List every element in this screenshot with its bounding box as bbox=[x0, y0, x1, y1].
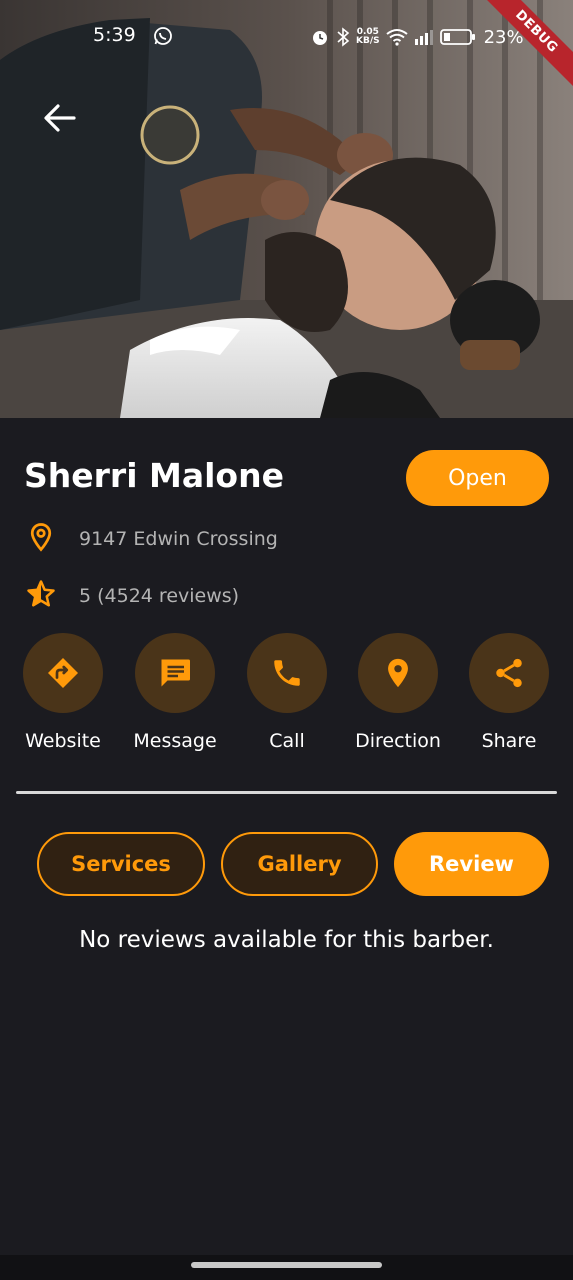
phone-icon bbox=[274, 660, 300, 686]
tab-review[interactable]: Review bbox=[394, 832, 549, 896]
action-label: Message bbox=[133, 730, 217, 752]
arrow-left-icon bbox=[44, 104, 76, 132]
action-buttons: Website Message Call Direction Share bbox=[0, 633, 573, 763]
back-button[interactable] bbox=[38, 96, 82, 140]
website-forward-icon bbox=[48, 658, 78, 688]
share-icon bbox=[496, 658, 522, 688]
network-speed: 0.05 KB/S bbox=[356, 27, 380, 46]
website-action[interactable]: Website bbox=[0, 633, 128, 752]
status-icons: 0.05 KB/S 23% bbox=[310, 22, 524, 52]
action-label: Share bbox=[481, 730, 537, 752]
empty-reviews-message: No reviews available for this barber. bbox=[79, 927, 494, 953]
signal-icon bbox=[414, 29, 434, 45]
location-pin-icon bbox=[26, 521, 56, 557]
wifi-icon bbox=[385, 28, 408, 46]
whatsapp-icon bbox=[153, 26, 173, 46]
rating-text: 5 (4524 reviews) bbox=[79, 585, 240, 607]
alarm-icon bbox=[310, 27, 330, 47]
address-row: 9147 Edwin Crossing bbox=[26, 521, 278, 557]
hero-photo: 5:39 0.05 KB/S 23% DEBUG bbox=[0, 0, 573, 418]
message-icon bbox=[161, 659, 190, 687]
tab-services[interactable]: Services bbox=[37, 832, 205, 896]
share-action[interactable]: Share bbox=[444, 633, 573, 752]
status-time: 5:39 bbox=[93, 24, 136, 46]
status-bar: 5:39 0.05 KB/S 23% bbox=[0, 0, 573, 72]
battery-icon bbox=[439, 28, 476, 46]
rating-row: 5 (4524 reviews) bbox=[26, 579, 239, 613]
message-action[interactable]: Message bbox=[110, 633, 240, 752]
star-half-icon bbox=[26, 579, 56, 613]
location-pin-icon bbox=[388, 658, 408, 688]
open-status-button[interactable]: Open bbox=[406, 450, 549, 506]
bluetooth-icon bbox=[336, 27, 350, 47]
barber-name: Sherri Malone bbox=[24, 456, 284, 495]
action-label: Website bbox=[25, 730, 101, 752]
home-gesture-handle[interactable] bbox=[191, 1262, 382, 1268]
address-text: 9147 Edwin Crossing bbox=[79, 528, 278, 550]
divider bbox=[16, 791, 557, 794]
tab-gallery[interactable]: Gallery bbox=[221, 832, 378, 896]
